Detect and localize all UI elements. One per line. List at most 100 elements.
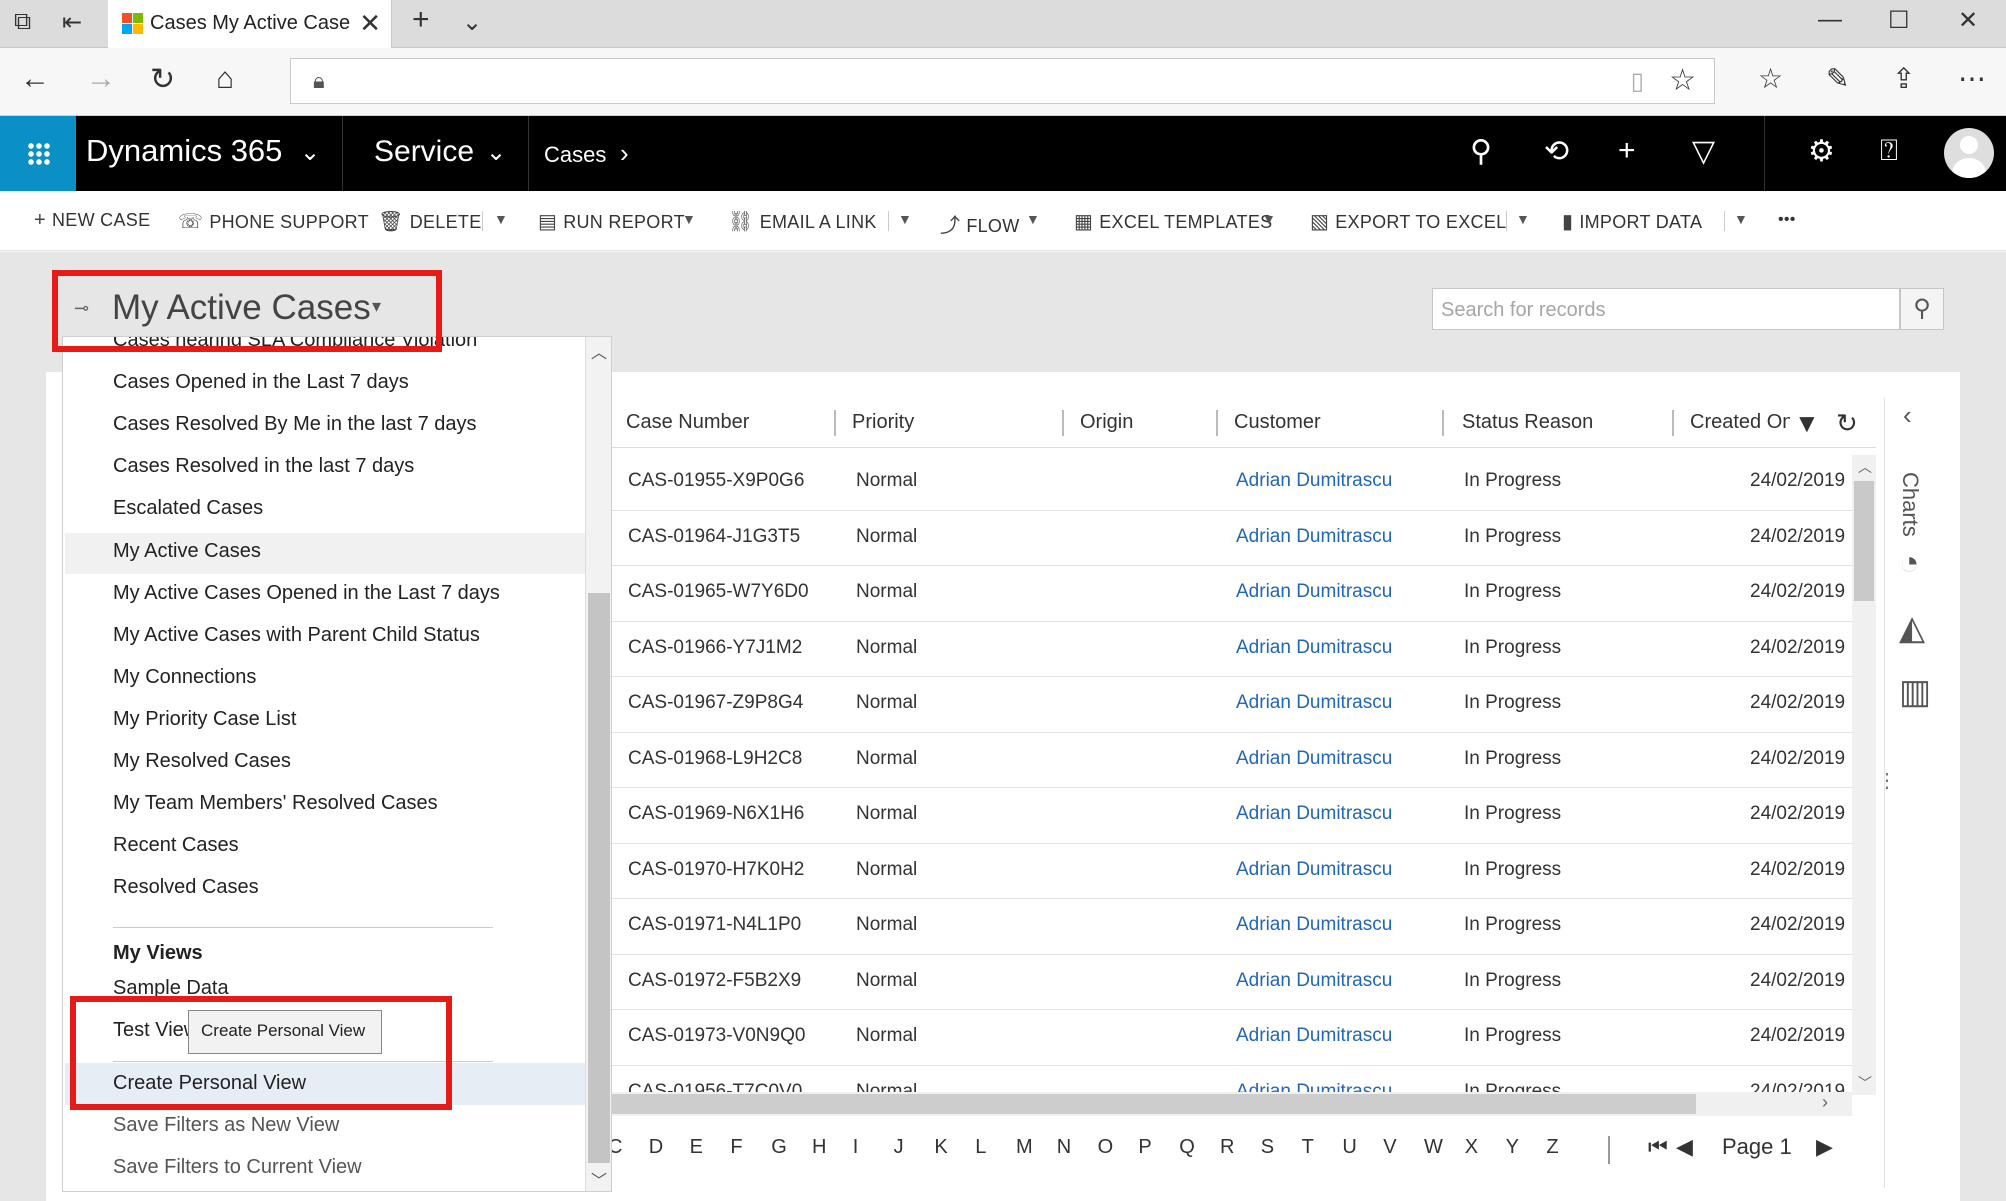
table-row[interactable]: CAS-01955-X9P0G6 Normal Adrian Dumitrascu I… [612,455,1852,511]
breadcrumb[interactable]: Cases [544,142,606,168]
run-report-dropdown-icon[interactable]: ▼ [682,211,696,227]
menu-item-system-view[interactable]: My Active Cases Opened in the Last 7 day… [113,582,500,605]
search-input[interactable]: Search for records [1432,288,1900,330]
back-icon[interactable]: ← [20,62,50,96]
table-row[interactable]: CAS-01967-Z9P8G4 Normal Adrian Dumitrascu I… [612,677,1852,733]
maximize-icon[interactable]: ☐ [1888,6,1910,35]
run-report-button[interactable]: ▤ RUN REPORT [538,209,685,234]
favorite-star-icon[interactable]: ☆ [1669,63,1696,98]
next-page-icon[interactable]: ▶ [1816,1134,1833,1160]
menu-item-system-view[interactable]: My Resolved Cases [113,750,291,773]
area-chevron-icon[interactable]: ⌄ [486,138,506,167]
alphabet-letter[interactable]: P [1138,1136,1151,1159]
menu-item-system-view[interactable]: My Active Cases with Parent Child Status [113,624,480,647]
search-button-icon[interactable]: ⚲ [1900,288,1944,330]
alphabet-letter[interactable]: W [1424,1136,1443,1159]
charts-label[interactable]: Charts [1897,472,1923,537]
pen-icon[interactable]: ✎ [1826,62,1849,95]
import-data-dropdown-icon[interactable]: ▼ [1734,211,1748,227]
alphabet-letter[interactable]: L [975,1136,986,1159]
cell-customer[interactable]: Adrian Dumitrascu [1236,526,1392,548]
menu-item-system-view[interactable]: Cases Resolved in the last 7 days [113,455,414,478]
first-page-icon[interactable]: ⏮ [1648,1134,1668,1160]
menu-item-system-view[interactable]: My Connections [113,666,256,689]
bar-chart-icon[interactable]: ▥ [1899,672,1931,712]
menu-scroll-up-icon[interactable]: ︿ [591,339,607,363]
import-data-button[interactable]: ▮ IMPORT DATA [1562,209,1702,234]
table-row[interactable]: CAS-01971-N4L1P0 Normal Adrian Dumitrascu I… [612,899,1852,955]
cell-customer[interactable]: Adrian Dumitrascu [1236,637,1392,659]
table-row[interactable]: CAS-01968-L9H2C8 Normal Adrian Dumitrascu I… [612,733,1852,788]
scroll-right-icon[interactable]: › [1822,1092,1828,1113]
browser-tab-active[interactable]: Cases My Active Cases ✕ [108,0,392,48]
alphabet-letter[interactable]: S [1261,1136,1274,1159]
scroll-thumb[interactable] [1854,481,1874,601]
column-header-priority[interactable]: Priority [852,411,914,434]
more-icon[interactable]: ⋯ [1958,62,1986,95]
save-filters-current-view-item[interactable]: Save Filters to Current View [113,1156,362,1179]
cell-customer[interactable]: Adrian Dumitrascu [1236,470,1392,492]
alphabet-letter[interactable]: U [1342,1136,1356,1159]
alphabet-letter[interactable]: E [690,1136,703,1159]
tab-close-icon[interactable]: ✕ [359,8,381,39]
url-input[interactable]: 🔒︎ ▯ ☆ [290,58,1715,104]
alphabet-letter[interactable]: T [1302,1136,1314,1159]
email-link-button[interactable]: ⛓ EMAIL A LINK [728,209,877,234]
cell-customer[interactable]: Adrian Dumitrascu [1236,970,1392,992]
filter-icon[interactable]: ▼ [1794,408,1820,439]
alphabet-letter[interactable]: J [894,1136,904,1159]
alphabet-letter[interactable]: X [1465,1136,1478,1159]
forward-icon[interactable]: → [86,62,116,96]
alphabet-letter[interactable]: I [853,1136,859,1159]
user-avatar[interactable] [1944,128,1994,178]
tab-list-icon[interactable]: ⧉ [14,8,31,36]
column-header-origin[interactable]: Origin [1080,411,1133,434]
column-header-case-number[interactable]: Case Number [626,411,749,434]
alphabet-letter[interactable]: R [1220,1136,1234,1159]
delete-dropdown-icon[interactable]: ▼ [494,211,508,227]
table-row[interactable]: CAS-01966-Y7J1M2 Normal Adrian Dumitrascu I… [612,622,1852,677]
cell-customer[interactable]: Adrian Dumitrascu [1236,859,1392,881]
delete-button[interactable]: 🗑︎ DELETE [378,209,482,234]
alphabet-letter[interactable]: O [1098,1136,1114,1159]
alphabet-letter[interactable]: K [934,1136,947,1159]
alphabet-letter[interactable]: Z [1546,1136,1558,1159]
menu-item-system-view[interactable]: Recent Cases [113,834,239,857]
refresh-icon[interactable]: ↻ [150,62,175,97]
help-icon[interactable]: ⍰ [1880,134,1898,168]
expand-charts-chevron-icon[interactable]: ‹ [1903,400,1912,431]
hscroll-thumb[interactable] [612,1094,1696,1114]
view-menu-scrollbar[interactable]: ︿ ﹀ [585,337,611,1191]
cell-customer[interactable]: Adrian Dumitrascu [1236,748,1392,770]
flow-button[interactable]: ⤴ FLOW [940,209,1020,238]
menu-item-system-view[interactable]: Resolved Cases [113,876,259,899]
table-row[interactable]: CAS-01964-J1G3T5 Normal Adrian Dumitrascu I… [612,511,1852,566]
tab-preview-chevron-icon[interactable]: ⌄ [462,8,482,37]
flow-dropdown-icon[interactable]: ▼ [1026,211,1040,227]
table-row[interactable]: CAS-01970-H7K0H2 Normal Adrian Dumitrascu I… [612,844,1852,899]
brand-chevron-icon[interactable]: ⌄ [300,138,320,167]
window-close-icon[interactable]: ✕ [1958,6,1978,35]
phone-support-button[interactable]: ☏ PHONE SUPPORT [178,209,369,234]
alphabet-letter[interactable]: G [771,1136,787,1159]
search-icon[interactable]: ⚲ [1470,134,1492,169]
menu-item-system-view[interactable]: Cases Resolved By Me in the last 7 days [113,413,477,436]
reading-view-icon[interactable]: ▯ [1631,67,1644,96]
excel-templates-dropdown-icon[interactable]: ▼ [1262,211,1276,227]
cell-customer[interactable]: Adrian Dumitrascu [1236,581,1392,603]
table-row[interactable]: CAS-01956-T7C0V0 Normal Adrian Dumitrascu I… [612,1066,1852,1096]
column-header-created-on[interactable]: Created On [1690,411,1790,434]
area-chart-icon[interactable]: ◭ [1899,608,1925,648]
area-title[interactable]: Service [374,135,474,169]
new-case-button[interactable]: + NEW CASE [34,209,150,232]
share-icon[interactable]: ⇪ [1892,62,1915,95]
scroll-up-icon[interactable]: ︿ [1858,457,1872,477]
cell-customer[interactable]: Adrian Dumitrascu [1236,803,1392,825]
alphabet-letter[interactable]: N [1057,1136,1071,1159]
table-row[interactable]: CAS-01973-V0N9Q0 Normal Adrian Dumitrascu I… [612,1010,1852,1066]
table-row[interactable]: CAS-01972-F5B2X9 Normal Adrian Dumitrascu I… [612,955,1852,1010]
set-aside-tabs-icon[interactable]: ⇤ [62,8,82,37]
menu-scroll-down-icon[interactable]: ﹀ [591,1167,607,1191]
recent-icon[interactable]: ⟲ [1544,134,1569,169]
pie-chart-icon[interactable]: ◔ [1899,544,1920,583]
